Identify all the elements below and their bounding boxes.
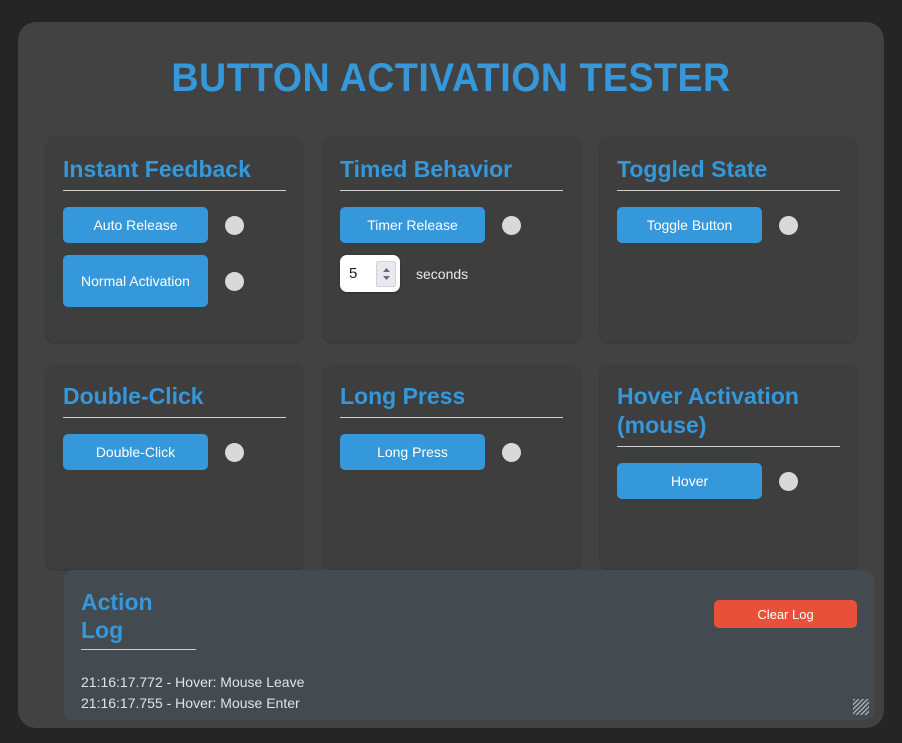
status-indicator bbox=[779, 471, 798, 491]
action-button[interactable]: Hover bbox=[617, 463, 762, 499]
test-card: Long Press Long Press bbox=[323, 364, 580, 569]
button-row: Hover bbox=[617, 463, 840, 499]
button-row: Normal Activation bbox=[63, 255, 286, 307]
card-title: Toggled State bbox=[617, 156, 768, 182]
card-title: Double-Click bbox=[63, 383, 204, 409]
action-button[interactable]: Toggle Button bbox=[617, 207, 762, 243]
card-title-rule bbox=[617, 446, 840, 447]
seconds-stepper[interactable]: 5 bbox=[340, 255, 400, 292]
seconds-row: 5 seconds bbox=[340, 255, 563, 292]
button-row: Timer Release bbox=[340, 207, 563, 243]
action-log-header: Action Log Clear Log bbox=[81, 588, 857, 650]
test-card-grid: Instant Feedback Auto Release Normal Activ… bbox=[46, 137, 857, 569]
card-title: Timed Behavior bbox=[340, 156, 513, 182]
button-row: Toggle Button bbox=[617, 207, 840, 243]
action-log-title-rule bbox=[81, 649, 196, 650]
status-indicator bbox=[225, 442, 244, 462]
seconds-value[interactable]: 5 bbox=[349, 266, 376, 281]
action-log-title-wrap: Action Log bbox=[81, 588, 196, 650]
card-title: Hover Activation (mouse) bbox=[617, 383, 799, 438]
card-title: Long Press bbox=[340, 383, 466, 409]
card-title: Instant Feedback bbox=[63, 156, 251, 182]
action-button[interactable]: Auto Release bbox=[63, 207, 208, 243]
app-window: BUTTON ACTIVATION TESTER Instant Feedbac… bbox=[18, 22, 884, 728]
test-card: Hover Activation (mouse) Hover bbox=[600, 364, 857, 569]
clear-log-button[interactable]: Clear Log bbox=[714, 600, 857, 628]
page-title: BUTTON ACTIVATION TESTER bbox=[171, 56, 731, 100]
test-card: Toggled State Toggle Button bbox=[600, 137, 857, 342]
action-log-panel: Action Log Clear Log 21:16:17.772 - Hove… bbox=[64, 570, 874, 720]
action-log-title: Action Log bbox=[81, 589, 153, 643]
button-row: Long Press bbox=[340, 434, 563, 470]
action-button[interactable]: Normal Activation bbox=[63, 255, 208, 307]
button-row: Auto Release bbox=[63, 207, 286, 243]
card-title-rule bbox=[63, 417, 286, 418]
seconds-unit-label: seconds bbox=[416, 265, 469, 282]
test-card: Instant Feedback Auto Release Normal Activ… bbox=[46, 137, 303, 342]
spinner-arrows-icon[interactable] bbox=[376, 260, 396, 287]
card-title-rule bbox=[340, 417, 563, 418]
status-indicator bbox=[225, 271, 244, 291]
action-button[interactable]: Long Press bbox=[340, 434, 485, 470]
action-button[interactable]: Double-Click bbox=[63, 434, 208, 470]
status-indicator bbox=[225, 215, 244, 235]
status-indicator bbox=[502, 442, 521, 462]
log-entry: 21:16:17.755 - Hover: Mouse Enter bbox=[81, 695, 300, 711]
status-indicator bbox=[779, 215, 798, 235]
action-button[interactable]: Timer Release bbox=[340, 207, 485, 243]
button-row: Double-Click bbox=[63, 434, 286, 470]
action-log-entries: 21:16:17.772 - Hover: Mouse Leave 21:16:1… bbox=[81, 672, 857, 714]
resize-grip-icon[interactable] bbox=[853, 699, 869, 715]
status-indicator bbox=[502, 215, 521, 235]
card-title-rule bbox=[63, 190, 286, 191]
test-card: Timed Behavior Timer Release 5 seconds bbox=[323, 137, 580, 342]
test-card: Double-Click Double-Click bbox=[46, 364, 303, 569]
card-title-rule bbox=[617, 190, 840, 191]
log-entry: 21:16:17.772 - Hover: Mouse Leave bbox=[81, 674, 305, 690]
card-title-rule bbox=[340, 190, 563, 191]
